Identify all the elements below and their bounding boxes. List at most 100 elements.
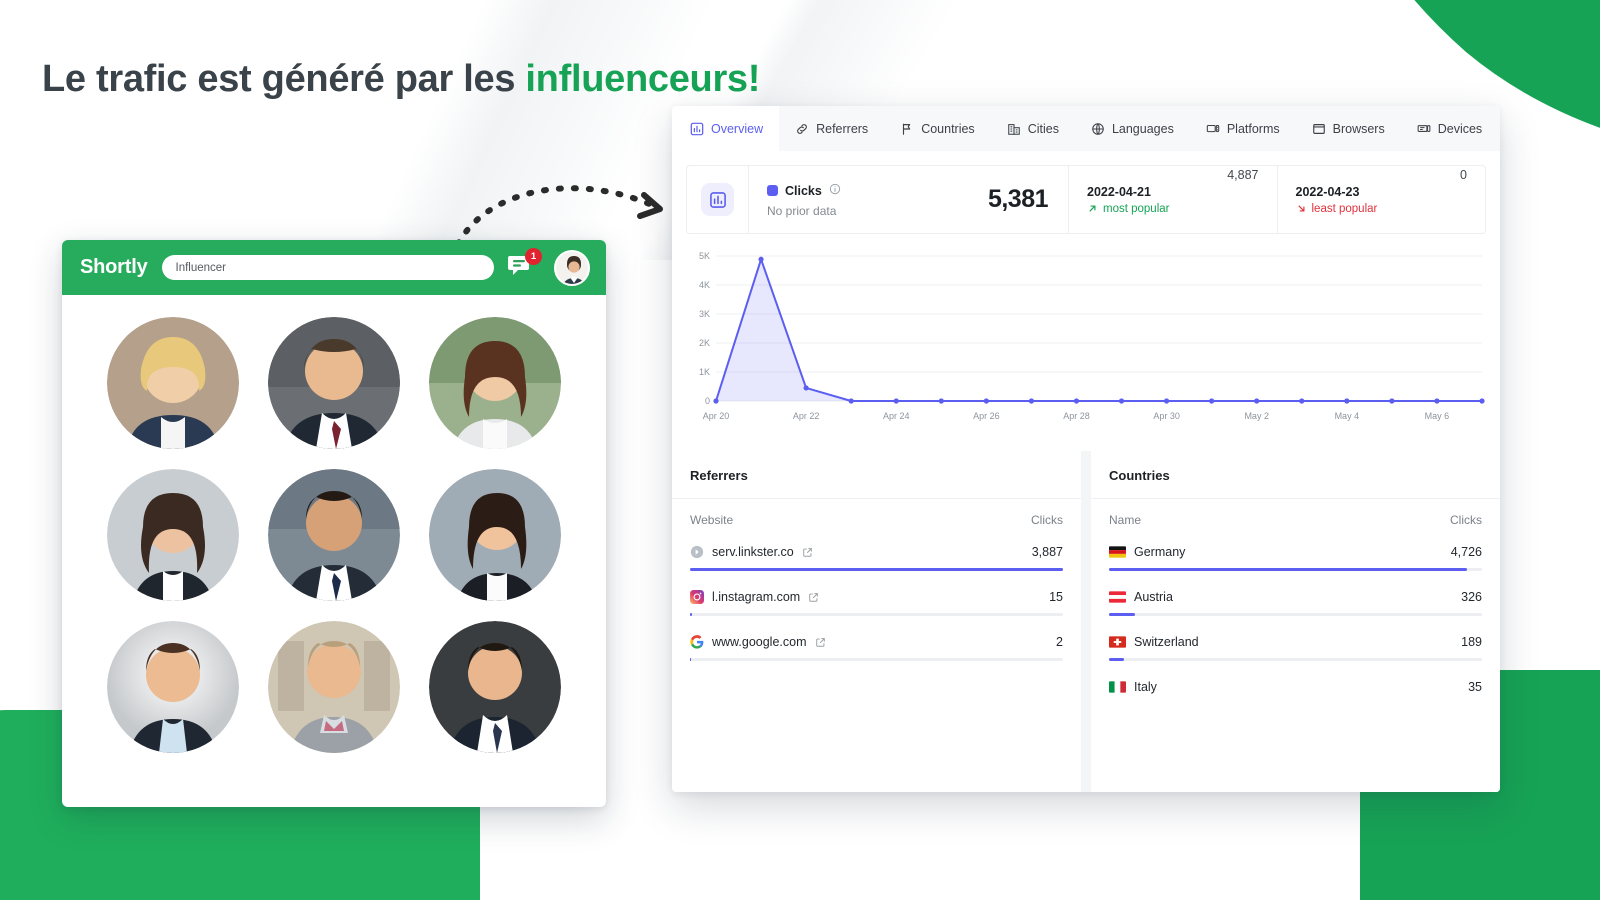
x-axis-tick-label: May 2 [1244, 411, 1269, 421]
arrow-down-right-icon [1298, 205, 1304, 212]
country-row-left: Germany [1109, 545, 1185, 559]
countries-rows: Germany 4,726 Austria 326 Switzerland 18… [1091, 537, 1500, 717]
tab-label: Overview [711, 121, 764, 136]
influencer-avatar[interactable] [267, 469, 400, 601]
notifications-button[interactable]: 1 [508, 247, 542, 283]
stats-icon-cell [687, 166, 749, 233]
chart-data-point[interactable] [803, 385, 809, 391]
chart-data-point[interactable] [1389, 398, 1395, 404]
tab-label: Devices [1437, 121, 1483, 136]
chart-data-point[interactable] [1479, 398, 1485, 404]
avatar[interactable] [554, 249, 590, 286]
table-row[interactable]: www.google.com 2 [690, 627, 1063, 661]
y-axis-tick-label: 4K [699, 280, 710, 290]
influencer-avatar[interactable] [429, 621, 562, 753]
bar-chart-icon [690, 122, 704, 136]
influencer-avatar[interactable] [106, 469, 239, 601]
stats-most-tag: most popular [1087, 203, 1169, 215]
stats-least-value: 0 [1460, 168, 1467, 182]
tab-referrers[interactable]: Referrers [779, 106, 884, 151]
countries-header: Name Clicks [1091, 499, 1500, 537]
table-row[interactable]: Austria 326 [1109, 582, 1482, 616]
tab-languages[interactable]: Languages [1075, 106, 1190, 151]
arrow-up-right-icon [1089, 205, 1096, 212]
x-axis-tick-label: Apr 22 [793, 411, 820, 421]
flag-icon [900, 122, 914, 136]
country-row-left: Switzerland [1109, 635, 1199, 649]
globe-arrow-icon [690, 545, 704, 559]
info-icon[interactable] [829, 182, 841, 200]
influencer-avatar[interactable] [106, 317, 239, 449]
stats-least-popular-cell: 2022-04-23 least popular 0 [1276, 166, 1486, 233]
stats-most-popular-cell: 2022-04-21 most popular 4,887 [1069, 166, 1277, 233]
table-row[interactable]: Italy 35 [1109, 672, 1482, 706]
search-input[interactable] [161, 255, 494, 280]
referrers-panel: Referrers Website Clicks serv.linkster.c… [672, 451, 1081, 792]
stats-metric-label: Clicks [785, 183, 822, 198]
tab-devices[interactable]: Devices [1401, 106, 1498, 151]
chart-data-point[interactable] [1344, 398, 1350, 404]
tab-countries[interactable]: Countries [884, 106, 991, 151]
country-name: Austria [1134, 590, 1173, 604]
influencer-avatar[interactable] [267, 621, 400, 753]
page-title-highlight: influenceurs! [525, 58, 761, 100]
influencer-avatar[interactable] [429, 469, 562, 601]
tab-platforms[interactable]: Platforms [1190, 106, 1296, 151]
google-icon [690, 635, 704, 649]
tab-label: Countries [921, 121, 975, 136]
chart-data-point[interactable] [893, 398, 899, 404]
referrer-row-line: l.instagram.com 15 [690, 590, 1063, 604]
notification-badge: 1 [525, 247, 542, 265]
referrer-value: 2 [1056, 635, 1063, 649]
chart-data-point[interactable] [1254, 398, 1260, 404]
referrer-name: l.instagram.com [712, 590, 801, 604]
x-axis-tick-label: Apr 20 [703, 411, 730, 421]
chart-data-point[interactable] [1028, 398, 1035, 404]
country-name: Switzerland [1134, 635, 1199, 649]
tab-label: Cities [1027, 121, 1059, 136]
chart-data-point[interactable] [1163, 398, 1170, 404]
table-row[interactable]: l.instagram.com 15 [690, 582, 1063, 616]
tab-browsers[interactable]: Browsers [1296, 106, 1401, 151]
chart-data-point[interactable] [1118, 398, 1125, 404]
chart-data-point[interactable] [1209, 398, 1215, 404]
chart-data-point[interactable] [848, 398, 854, 404]
globe-icon [1091, 122, 1105, 136]
chart-data-point[interactable] [938, 398, 944, 404]
referrer-row-line: serv.linkster.co 3,887 [690, 545, 1063, 559]
referrer-bar-fill [690, 568, 1063, 571]
influencer-avatar[interactable] [429, 317, 562, 449]
chart-data-point[interactable] [983, 398, 989, 404]
external-link-icon[interactable] [808, 592, 819, 603]
chart-data-point[interactable] [713, 398, 719, 404]
country-row-line: Austria 326 [1109, 590, 1482, 604]
influencer-grid [62, 295, 606, 777]
external-link-icon[interactable] [815, 637, 826, 648]
stats-metric-label-row: Clicks [767, 182, 841, 200]
countries-col-value: Clicks [1450, 513, 1482, 527]
app-header-bar: Shortly 1 [62, 240, 606, 295]
chart-data-point[interactable] [1434, 398, 1440, 404]
tab-overview[interactable]: Overview [672, 106, 780, 151]
y-axis-tick-label: 0 [705, 396, 710, 406]
x-axis-tick-label: Apr 28 [1063, 411, 1090, 421]
page-title: Le trafic est généré par les influenceur… [42, 58, 760, 101]
tab-cities[interactable]: Cities [991, 106, 1075, 151]
referrers-title: Referrers [672, 451, 1081, 499]
link-icon [795, 122, 809, 136]
tab-label: Platforms [1226, 121, 1280, 136]
stats-metric-total: 5,381 [987, 185, 1049, 213]
table-row[interactable]: serv.linkster.co 3,887 [690, 537, 1063, 571]
stats-metric-sub: No prior data [767, 203, 837, 218]
external-link-icon[interactable] [802, 547, 813, 558]
influencer-avatar[interactable] [267, 317, 400, 449]
chart-data-point[interactable] [1073, 398, 1080, 404]
table-row[interactable]: Switzerland 189 [1109, 627, 1482, 661]
instagram-icon [690, 590, 704, 604]
page-root: Le trafic est généré par les influenceur… [0, 0, 1600, 900]
x-axis-tick-label: Apr 30 [1153, 411, 1180, 421]
influencer-avatar[interactable] [106, 621, 239, 753]
chart-data-point[interactable] [758, 256, 764, 262]
chart-data-point[interactable] [1299, 398, 1305, 404]
table-row[interactable]: Germany 4,726 [1109, 537, 1482, 571]
